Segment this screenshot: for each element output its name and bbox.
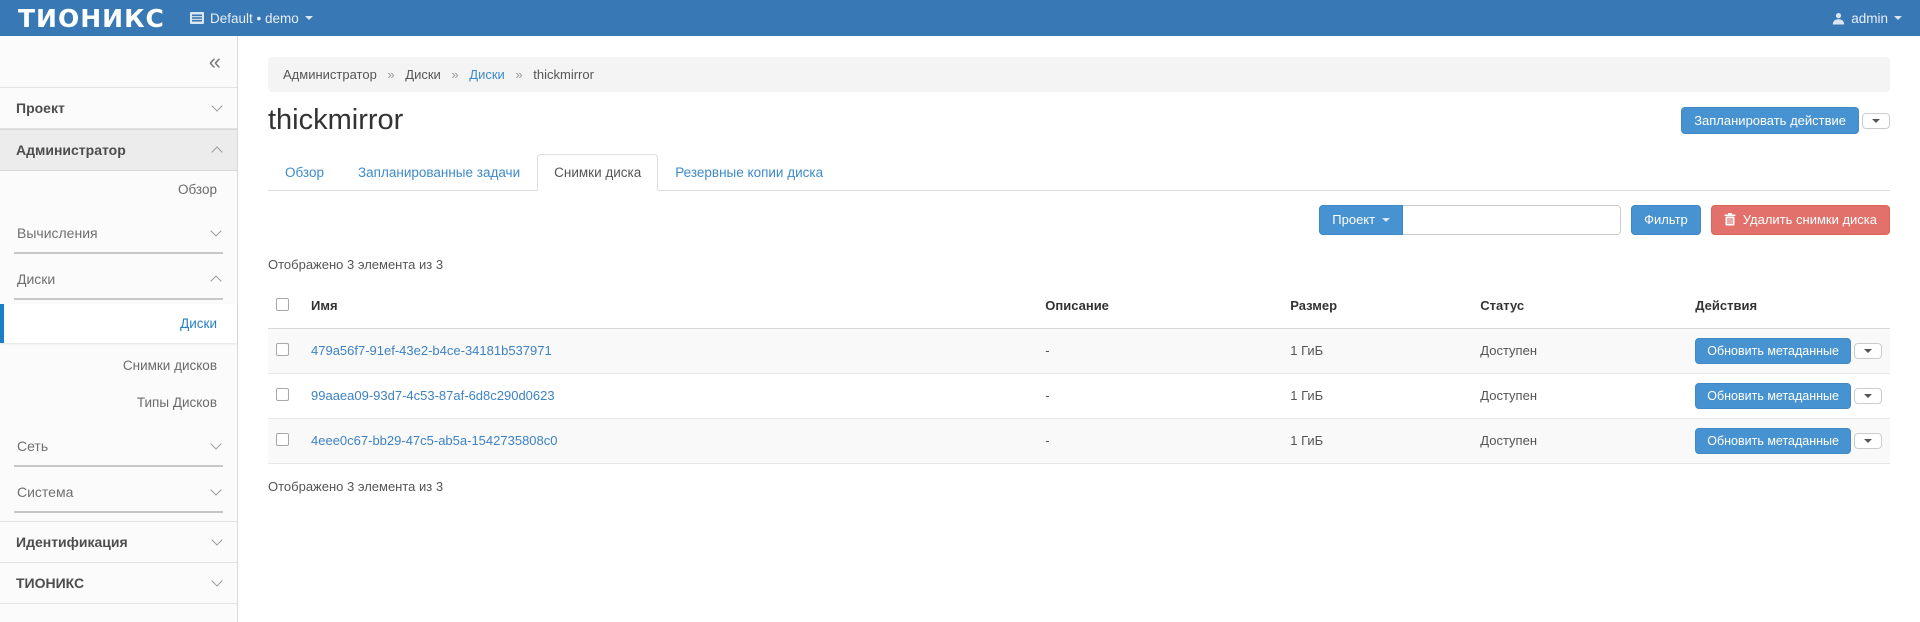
chevron-up-icon (210, 275, 221, 286)
tab-bar: Обзор Запланированные задачи Снимки диск… (268, 154, 1890, 191)
column-header-description: Описание (1037, 284, 1282, 329)
delete-snapshots-button[interactable]: Удалить снимки диска (1711, 205, 1890, 235)
sidebar-item-tionix[interactable]: ТИОНИКС (0, 562, 237, 603)
update-metadata-button[interactable]: Обновить метаданные (1695, 338, 1851, 364)
items-shown-top: Отображено 3 элемента из 3 (268, 257, 1890, 272)
sidebar-item-admin[interactable]: Администратор (0, 129, 237, 171)
chevron-down-icon (211, 534, 222, 545)
search-input[interactable] (1403, 205, 1621, 235)
chevron-down-icon (1864, 349, 1872, 353)
snapshot-size: 1 ГиБ (1282, 373, 1472, 418)
tab-disk-backups[interactable]: Резервные копии диска (658, 154, 840, 191)
sidebar-item-disks[interactable]: Диски (0, 304, 237, 343)
chevron-down-icon (1894, 16, 1902, 20)
chevron-down-icon (305, 16, 313, 20)
schedule-action-button[interactable]: Запланировать действие (1681, 107, 1859, 134)
snapshot-status: Доступен (1472, 373, 1687, 418)
user-menu[interactable]: admin (1832, 11, 1920, 26)
sidebar-item-disk-snapshots[interactable]: Снимки дисков (0, 347, 237, 384)
list-icon (190, 12, 204, 24)
row-actions-dropdown-button[interactable] (1854, 343, 1882, 359)
main-content: Администратор » Диски » Диски » thickmir… (238, 36, 1920, 622)
chevron-down-icon (1872, 119, 1880, 123)
sidebar-item-project[interactable]: Проект (0, 88, 237, 129)
page-title: thickmirror (268, 105, 403, 137)
snapshot-status: Доступен (1472, 418, 1687, 463)
snapshot-status: Доступен (1472, 328, 1687, 373)
schedule-action-dropdown-button[interactable] (1862, 113, 1890, 129)
chevron-up-icon (211, 146, 222, 157)
column-header-name: Имя (303, 284, 1037, 329)
sidebar-section-system[interactable]: Система (14, 473, 223, 513)
update-metadata-button[interactable]: Обновить метаданные (1695, 428, 1851, 454)
chevron-down-icon (210, 225, 221, 236)
project-context-switcher[interactable]: Default • demo (190, 11, 313, 26)
row-checkbox[interactable] (276, 388, 289, 401)
sidebar-item-disk-types[interactable]: Типы Дисков (0, 384, 237, 421)
column-header-actions: Действия (1687, 284, 1890, 329)
chevron-down-icon (1864, 394, 1872, 398)
items-shown-bottom: Отображено 3 элемента из 3 (268, 464, 1890, 494)
row-checkbox[interactable] (276, 433, 289, 446)
tionix-logo: ТИОНИКС (0, 4, 190, 33)
sidebar-item-overview[interactable]: Обзор (0, 171, 237, 208)
row-actions-dropdown-button[interactable] (1854, 388, 1882, 404)
tab-scheduled-tasks[interactable]: Запланированные задачи (341, 154, 537, 191)
breadcrumb-disks-link[interactable]: Диски (469, 67, 505, 82)
project-filter-dropdown[interactable]: Проект (1319, 205, 1403, 235)
breadcrumb: Администратор » Диски » Диски » thickmir… (268, 57, 1890, 92)
column-header-size: Размер (1282, 284, 1472, 329)
sidebar-item-identity[interactable]: Идентификация (0, 521, 237, 562)
chevron-down-icon (211, 100, 222, 111)
snapshot-name-link[interactable]: 479a56f7-91ef-43e2-b4ce-34181b537971 (311, 343, 552, 358)
chevron-down-icon (210, 484, 221, 495)
chevron-down-icon (211, 575, 222, 586)
chevron-down-icon (1382, 218, 1390, 222)
chevron-down-icon (210, 438, 221, 449)
chevron-down-icon (1864, 439, 1872, 443)
breadcrumb-disks: Диски (405, 67, 441, 82)
update-metadata-button[interactable]: Обновить метаданные (1695, 383, 1851, 409)
snapshot-description: - (1037, 328, 1282, 373)
user-icon (1832, 12, 1845, 25)
filter-button[interactable]: Фильтр (1631, 205, 1701, 235)
breadcrumb-admin: Администратор (283, 67, 377, 82)
trash-icon (1724, 213, 1736, 226)
row-checkbox[interactable] (276, 343, 289, 356)
table-header-row: Имя Описание Размер Статус Действия (268, 284, 1890, 329)
sidebar-section-network[interactable]: Сеть (14, 427, 223, 467)
select-all-checkbox[interactable] (276, 298, 289, 311)
context-label: Default • demo (210, 11, 299, 26)
snapshot-size: 1 ГиБ (1282, 418, 1472, 463)
table-row: 479a56f7-91ef-43e2-b4ce-34181b537971 - 1… (268, 328, 1890, 373)
sidebar-section-compute[interactable]: Вычисления (14, 214, 223, 254)
snapshot-size: 1 ГиБ (1282, 328, 1472, 373)
sidebar-collapse-button[interactable]: « (209, 51, 221, 73)
row-actions-dropdown-button[interactable] (1854, 433, 1882, 449)
snapshot-description: - (1037, 373, 1282, 418)
table-row: 4eee0c67-bb29-47c5-ab5a-1542735808c0 - 1… (268, 418, 1890, 463)
snapshot-description: - (1037, 418, 1282, 463)
column-header-status: Статус (1472, 284, 1687, 329)
tab-disk-snapshots[interactable]: Снимки диска (537, 154, 658, 191)
sidebar: « Проект Администратор Обзор Вычисления … (0, 36, 238, 622)
tab-overview[interactable]: Обзор (268, 154, 341, 191)
top-navbar: ТИОНИКС Default • demo admin (0, 0, 1920, 36)
user-label: admin (1851, 11, 1888, 26)
snapshot-name-link[interactable]: 4eee0c67-bb29-47c5-ab5a-1542735808c0 (311, 433, 558, 448)
snapshots-table: Имя Описание Размер Статус Действия 479a… (268, 284, 1890, 464)
table-toolbar: Проект Фильтр Удалить снимки диска (268, 205, 1890, 235)
table-row: 99aaea09-93d7-4c53-87af-6d8c290d0623 - 1… (268, 373, 1890, 418)
snapshot-name-link[interactable]: 99aaea09-93d7-4c53-87af-6d8c290d0623 (311, 388, 555, 403)
breadcrumb-current: thickmirror (533, 67, 594, 82)
sidebar-section-disks[interactable]: Диски (14, 260, 223, 300)
